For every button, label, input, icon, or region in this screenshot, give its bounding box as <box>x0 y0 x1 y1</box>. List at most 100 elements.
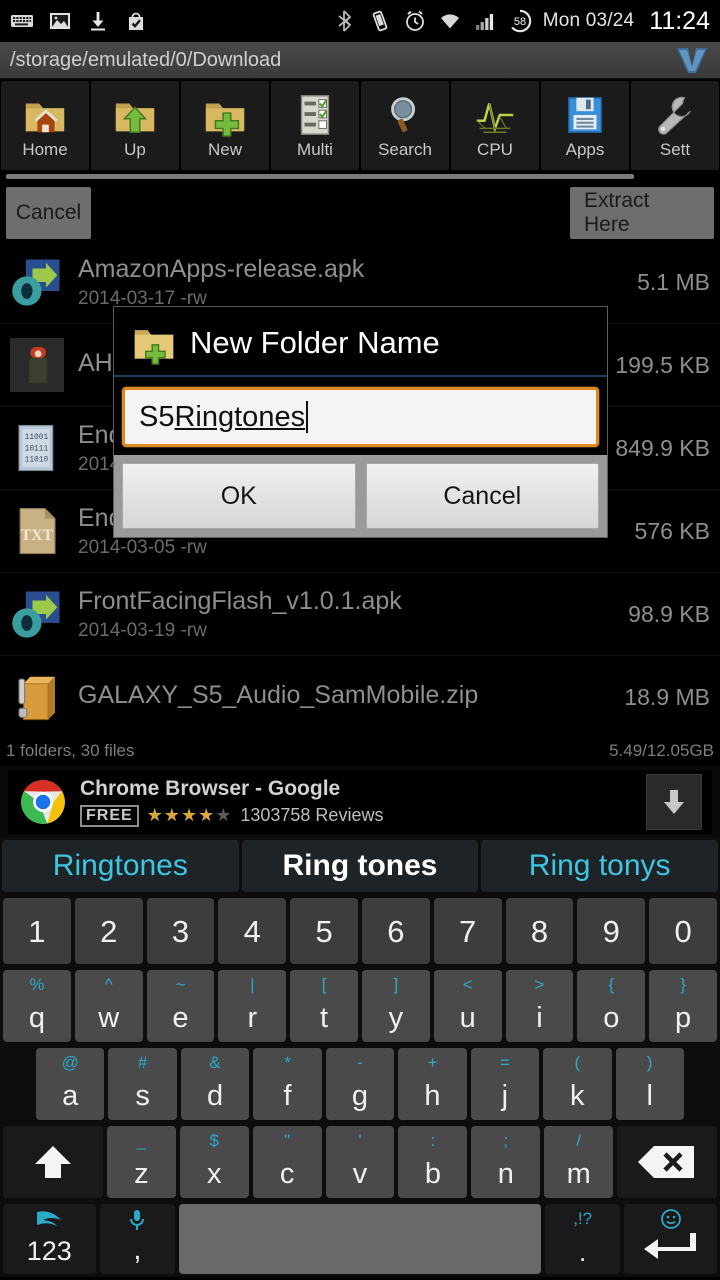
dialog-header: New Folder Name <box>114 307 607 377</box>
key-5[interactable]: 5 <box>290 898 358 964</box>
suggestion-0[interactable]: Ringtones <box>2 840 239 892</box>
key-label: 1 <box>28 913 46 949</box>
file-size: 199.5 KB <box>615 351 710 378</box>
key-label: 8 <box>530 913 549 949</box>
key-x[interactable]: $ x <box>179 1126 249 1198</box>
status-time: 11:24 <box>649 6 710 35</box>
key-t[interactable]: [t <box>290 970 358 1042</box>
current-path: /storage/emulated/0/Download <box>10 48 282 71</box>
key-e[interactable]: ~ e <box>146 970 215 1042</box>
key-o[interactable]: {o <box>577 970 646 1042</box>
ad-title: Chrome Browser - Google <box>80 776 341 800</box>
folder-name-input[interactable]: S5 Ringtones <box>122 387 599 447</box>
ad-banner[interactable]: Chrome Browser - Google FREE ★★★★★ 13037… <box>0 765 720 837</box>
toolbar-label-apps: Apps <box>565 139 605 159</box>
toolbar-button-up[interactable]: Up <box>91 81 179 170</box>
key-l[interactable]: ) l <box>615 1048 684 1120</box>
key-i[interactable]: > i <box>505 970 574 1042</box>
comma-key[interactable]: , <box>99 1204 176 1274</box>
file-row[interactable]: GALAXY_S5_Audio_SamMobile.zip 18.9 MB <box>0 656 720 737</box>
dialog-title: New Folder Name <box>190 325 440 360</box>
bluetooth-icon <box>338 10 351 32</box>
numeric-mode-key[interactable]: 123 <box>3 1204 96 1274</box>
key-label: a <box>62 1080 79 1112</box>
key-a[interactable]: @ a <box>36 1048 105 1120</box>
shift-key[interactable] <box>3 1126 103 1198</box>
key-label: j <box>501 1080 509 1112</box>
key-f[interactable]: * f <box>253 1048 322 1120</box>
key-4[interactable]: 4 <box>218 898 287 964</box>
key-9[interactable]: 9 <box>577 898 646 964</box>
suggestion-1[interactable]: Ring tones <box>241 840 479 892</box>
extract-here-button[interactable]: Extract Here <box>570 187 714 239</box>
key-n[interactable]: ; n <box>471 1126 541 1198</box>
key-k[interactable]: (k <box>543 1048 612 1120</box>
key-b[interactable]: :b <box>398 1126 468 1198</box>
extract-action-bar: Cancel Extract Here <box>0 181 720 241</box>
key-p[interactable]: } p <box>649 970 717 1042</box>
toolbar-label-cpu: CPU <box>477 139 513 159</box>
toolbar-button-new[interactable]: New <box>181 81 269 170</box>
key-2[interactable]: 2 <box>74 898 143 964</box>
space-key[interactable] <box>179 1204 541 1274</box>
dialog-cancel-button[interactable]: Cancel <box>365 463 599 529</box>
key-z[interactable]: _ z <box>106 1126 176 1198</box>
key-alt-label: ~ <box>175 975 186 994</box>
key-alt-label: # <box>137 1053 148 1072</box>
key-8[interactable]: 8 <box>505 898 574 964</box>
text-caret <box>306 401 309 433</box>
svg-text:11010: 11010 <box>25 456 49 465</box>
key-label: h <box>424 1080 441 1112</box>
key-g[interactable]: -g <box>325 1048 395 1120</box>
download-icon <box>91 12 105 31</box>
key-w[interactable]: ^ w <box>74 970 143 1042</box>
key-y[interactable]: ] y <box>361 970 430 1042</box>
dialog-ok-button[interactable]: OK <box>122 463 356 529</box>
key-r[interactable]: | r <box>218 970 287 1042</box>
path-bar[interactable]: /storage/emulated/0/Download <box>0 42 720 79</box>
period-key[interactable]: ,!? . <box>544 1204 621 1274</box>
key-s[interactable]: # s <box>108 1048 177 1120</box>
key-label: 0 <box>674 913 692 949</box>
key-6[interactable]: 6 <box>361 898 430 964</box>
key-label: l <box>646 1080 653 1112</box>
ad-download-button[interactable] <box>646 773 702 830</box>
toolbar-button-settings[interactable]: Sett <box>631 81 719 170</box>
key-q[interactable]: % q <box>3 970 71 1042</box>
key-7[interactable]: 7 <box>433 898 502 964</box>
key-m[interactable]: / m <box>544 1126 614 1198</box>
key-3[interactable]: 3 <box>146 898 215 964</box>
status-date: Mon 03/24 <box>542 10 635 31</box>
toolbar-button-cpu[interactable]: CPU <box>451 81 539 170</box>
key-label: w <box>98 1002 120 1034</box>
key-v[interactable]: ' v <box>325 1126 395 1198</box>
key-label: b <box>424 1158 441 1190</box>
toolbar-scrollbar[interactable] <box>0 172 720 181</box>
file-row[interactable]: FrontFacingFlash_v1.0.1.apk 2014-03-19 -… <box>0 573 720 656</box>
battery-icon: 58 <box>508 9 531 33</box>
cancel-extract-button[interactable]: Cancel <box>6 187 91 239</box>
key-d[interactable]: & d <box>180 1048 250 1120</box>
suggestion-2[interactable]: Ring tonys <box>481 840 719 892</box>
toolbar-button-apps[interactable]: Apps <box>541 81 629 170</box>
toolbar-button-home[interactable]: Home <box>1 81 89 170</box>
enter-key[interactable] <box>624 1204 717 1274</box>
toolbar-button-search[interactable]: Search <box>361 81 449 170</box>
toolbar-button-multi[interactable]: Multi <box>271 81 359 170</box>
key-c[interactable]: " c <box>252 1126 322 1198</box>
file-meta: GALAXY_S5_Audio_SamMobile.zip <box>78 681 614 714</box>
backspace-key[interactable] <box>617 1126 718 1198</box>
key-h[interactable]: + h <box>398 1048 467 1120</box>
key-0[interactable]: 0 <box>649 898 717 964</box>
wifi-icon <box>440 14 459 29</box>
file-size: 98.9 KB <box>628 600 710 627</box>
key-u[interactable]: < u <box>433 970 502 1042</box>
ad-content[interactable]: Chrome Browser - Google FREE ★★★★★ 13037… <box>8 769 712 834</box>
txt-icon: TXT <box>19 507 56 555</box>
key-1[interactable]: 1 <box>3 898 71 964</box>
alarm-icon <box>405 10 424 31</box>
suggestion-strip: Ringtones Ring tones Ring tonys <box>0 837 720 895</box>
toolbar-label-search: Search <box>378 139 432 159</box>
key-j[interactable]: = j <box>470 1048 540 1120</box>
wrench-icon <box>658 96 691 135</box>
